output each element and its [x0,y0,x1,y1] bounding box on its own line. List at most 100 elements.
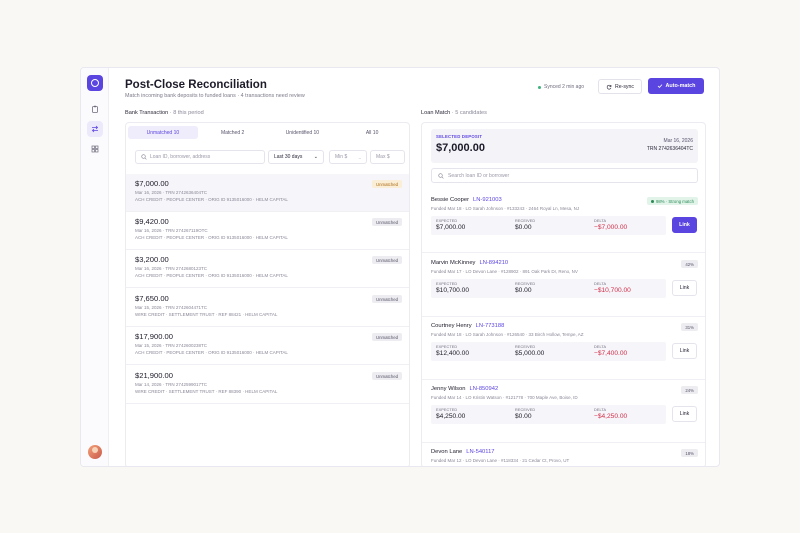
bank-search-input[interactable]: Loan ID, borrower, address [135,150,265,164]
candidate-card[interactable]: Jenny Wilson LN-850942 Funded Mar 14 · LO… [422,380,705,443]
check-icon [657,84,662,88]
logo-icon[interactable] [87,75,103,91]
delta-amount: −$7,400.00 [594,350,628,357]
max-amount-input[interactable]: Max $ [370,150,405,164]
filter-bar: Loan ID, borrower, address Last 30 days … [135,150,405,164]
transaction-meta: Mar 16, 2026 · TRN 274267119OTC [135,228,208,233]
candidate-name: Jenny Wilson LN-850942 [431,386,499,392]
transaction-source: ACH CREDIT · PEOPLE CENTER · ORIG ID 913… [135,350,288,355]
candidate-details: Funded Mar 18 · LO Sarah Johnson · #1265… [431,332,584,337]
status-badge: Unmatched [372,295,402,303]
selected-deposit-date: Mar 16, 2026 [663,138,693,144]
transaction-row[interactable]: $17,900.00 Mar 15, 2026 · TRN 2742600238… [126,327,409,365]
candidate-card[interactable]: Courtney Henry LN-773188 Funded Mar 18 · … [422,317,705,380]
status-badge: Unmatched [372,218,402,226]
bank-panel: Unmatched 10 Matched 2 Unidentified 10 A… [125,122,410,466]
candidate-name: Marvin McKinney LN-894210 [431,260,509,266]
transaction-row[interactable]: $7,650.00 Mar 15, 2026 · TRN 2742604471T… [126,289,409,327]
selected-deposit: SELECTED DEPOSIT $7,000.00 Mar 16, 2026 … [431,129,698,163]
status-tabs: Unmatched 10 Matched 2 Unidentified 10 A… [128,126,407,139]
link-button[interactable]: Link [672,217,697,233]
confidence-badge: 98% · Strong match [647,197,698,205]
candidate-name: Bessie Cooper LN-921003 [431,197,502,203]
loan-id-link[interactable]: LN-921003 [473,197,502,203]
tab-unidentified[interactable]: Unidentified 10 [268,126,338,139]
loan-id-link[interactable]: LN-850942 [469,386,498,392]
confidence-badge: 24% [681,386,698,394]
transaction-row[interactable]: $9,420.00 Mar 16, 2026 · TRN 274267119OT… [126,212,409,250]
transaction-amount: $17,900.00 [135,332,174,341]
confidence-badge: 42% [681,260,698,268]
loan-search-input[interactable]: Search loan ID or borrower [431,168,698,183]
candidate-details: Funded Mar 17 · LO Devon Lane · #128902 … [431,269,578,274]
status-badge: Unmatched [372,180,402,188]
automatch-button[interactable]: Auto-match [648,78,704,94]
bank-heading: Bank Transaction · 8 this period [125,110,204,116]
loan-id-link[interactable]: LN-773188 [476,323,505,329]
date-range-select[interactable]: Last 30 days ⌄ [268,150,324,164]
transaction-source: ACH CREDIT · PEOPLE CENTER · ORIG ID 913… [135,273,288,278]
candidate-details: Funded Mar 18 · LO Sarah Johnson · #1332… [431,206,580,211]
amount-strip: EXPECTED $7,000.00 RECEIVED $0.00 DELTA −$7… [431,216,666,235]
transaction-source: ACH CREDIT · PEOPLE CENTER · ORIG ID 913… [135,197,288,202]
received-amount: $5,000.00 [515,350,545,357]
link-button[interactable]: Link [672,280,697,296]
tab-all[interactable]: All 10 [337,126,407,139]
clipboard-icon[interactable] [87,101,103,117]
amount-strip: EXPECTED $12,400.00 RECEIVED $5,000.00 DEL… [431,342,666,361]
transaction-meta: Mar 16, 2026 · TRN 2742636404TC [135,190,207,195]
loan-id-link[interactable]: LN-894210 [479,260,508,266]
candidate-name: Courtney Henry LN-773188 [431,323,505,329]
delta-amount: −$10,700.00 [594,287,631,294]
transaction-source: WIRE CREDIT · SETTLEMENT TRUST · REF 883… [135,389,278,394]
transaction-source: WIRE CREDIT · SETTLEMENT TRUST · REF 884… [135,312,278,317]
amount-strip: EXPECTED $4,250.00 RECEIVED $0.00 DELTA −$4… [431,405,666,424]
loan-heading: Loan Match · 5 candidates [421,110,487,116]
candidate-name: Devon Lane LN-540117 [431,449,495,455]
tab-matched[interactable]: Matched 2 [198,126,268,139]
status-badge: Unmatched [372,333,402,341]
status-dot-icon [538,85,541,89]
transaction-source: ACH CREDIT · PEOPLE CENTER · ORIG ID 913… [135,235,288,240]
candidate-details: Funded Mar 12 · LO Devon Lane · #118334 … [431,458,570,463]
app-window: Post-Close Reconciliation Match incoming… [80,67,720,467]
loan-panel: SELECTED DEPOSIT $7,000.00 Mar 16, 2026 … [421,122,706,466]
transaction-meta: Mar 16, 2026 · TRN 2742680123TC [135,266,207,271]
candidate-card[interactable]: Marvin McKinney LN-894210 Funded Mar 17 ·… [422,254,705,317]
expected-amount: $7,000.00 [436,224,466,231]
transaction-amount: $3,200.00 [135,255,169,264]
transaction-row[interactable]: $3,200.00 Mar 16, 2026 · TRN 2742680123T… [126,250,409,288]
selected-deposit-trn: TRN 2742636404TC [646,146,693,152]
tab-unmatched[interactable]: Unmatched 10 [128,126,198,139]
link-button[interactable]: Link [672,343,697,359]
received-amount: $0.00 [515,413,532,420]
min-amount-input[interactable]: Min $ – [329,150,367,164]
resync-button[interactable]: Re-sync [598,79,642,94]
selected-deposit-amount: $7,000.00 [436,142,485,154]
grid-icon[interactable] [87,141,103,157]
transaction-amount: $9,420.00 [135,217,169,226]
refresh-icon [606,84,612,89]
status-badge: Unmatched [372,372,402,380]
transaction-amount: $7,650.00 [135,294,169,303]
transaction-amount: $21,900.00 [135,371,174,380]
nav-rail [81,68,109,466]
candidate-card[interactable]: Bessie Cooper LN-921003 Funded Mar 18 · L… [422,191,705,253]
expected-amount: $10,700.00 [436,287,470,294]
sync-status: Synced 2 min ago [538,84,584,90]
delta-amount: −$7,000.00 [594,224,628,231]
candidate-card[interactable]: Devon Lane LN-540117 Funded Mar 12 · LO D… [422,443,705,466]
page-subtitle: Match incoming bank deposits to funded l… [125,93,305,99]
page-title: Post-Close Reconciliation [125,79,267,91]
candidate-details: Funded Mar 14 · LO Kristin Watson · #121… [431,395,578,400]
confidence-badge: 31% [681,323,698,331]
confidence-badge: 18% [681,449,698,457]
avatar[interactable] [88,445,102,459]
transaction-row[interactable]: $7,000.00 Mar 16, 2026 · TRN 2742636404T… [126,174,409,212]
transaction-row[interactable]: $21,900.00 Mar 14, 2026 · TRN 2742599017… [126,366,409,404]
loan-id-link[interactable]: LN-540117 [466,449,494,455]
expected-amount: $12,400.00 [436,350,470,357]
link-button[interactable]: Link [672,406,697,422]
swap-icon[interactable] [87,121,103,137]
status-badge: Unmatched [372,256,402,264]
